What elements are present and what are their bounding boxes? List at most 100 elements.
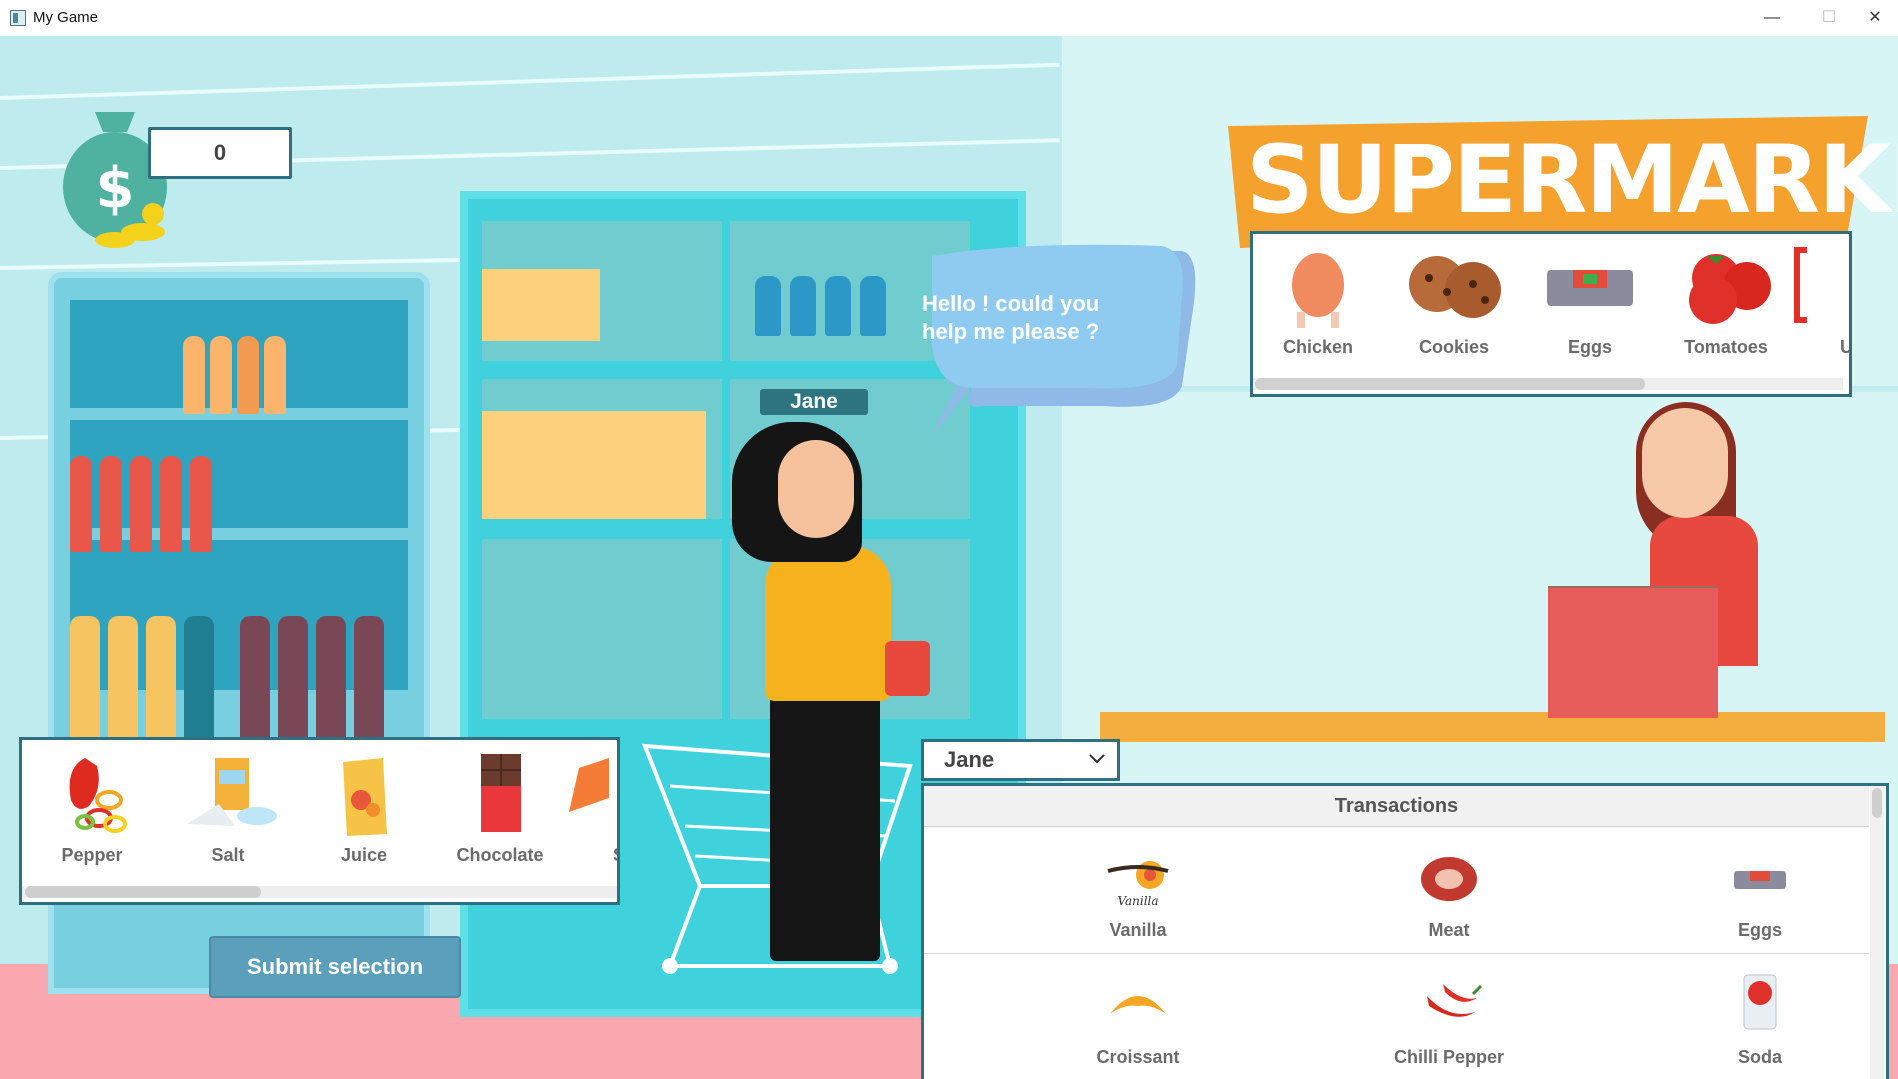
transaction-item[interactable]: Eggs [1660, 849, 1860, 941]
partial-item-icon [1794, 247, 1807, 323]
bottle [790, 276, 816, 336]
product-eggs[interactable]: Eggs [1525, 240, 1655, 358]
chicken-icon [1292, 253, 1344, 328]
jane-body [765, 546, 891, 701]
bottle [316, 616, 346, 756]
svg-text:Vanilla: Vanilla [1117, 894, 1158, 908]
customer-dropdown[interactable]: Jane [921, 739, 1120, 781]
meat-icon [1421, 857, 1477, 901]
product-label: Salt [211, 845, 245, 865]
soda-icon [1743, 974, 1777, 1030]
svg-text:$: $ [96, 156, 135, 221]
bottle [183, 336, 205, 414]
cookies-icon [1409, 256, 1501, 318]
product-label: Juice [340, 845, 388, 865]
product-shelf-bottom: Pepper Salt Juice Chocolate [19, 737, 620, 905]
transaction-label: Soda [1737, 1047, 1782, 1067]
npc-name-tag: Jane [760, 389, 868, 415]
product-label: Chicken [1282, 337, 1354, 357]
bottle [130, 456, 152, 552]
close-button[interactable]: ✕ [1852, 2, 1898, 34]
bottle [860, 276, 886, 336]
transactions-panel: Transactions Vanilla Vanilla Meat Eggs C… [921, 783, 1889, 1079]
product-partial[interactable]: Un [1787, 240, 1849, 358]
bottle [354, 616, 384, 756]
bottle [190, 456, 212, 552]
transactions-title: Transactions [924, 786, 1869, 827]
eggs-icon [1547, 270, 1633, 306]
jane-legs [770, 696, 880, 961]
scrollbar-thumb[interactable] [1255, 378, 1645, 390]
partial-item-icon [569, 758, 609, 812]
bottle [184, 616, 214, 756]
bottle [70, 456, 92, 552]
product-pepper[interactable]: Pepper [27, 748, 157, 866]
minimize-button[interactable]: — [1749, 2, 1795, 34]
transaction-row: Croissant Chilli Pepper Soda [924, 954, 1869, 1079]
bottle [160, 456, 182, 552]
product-label: Tomatoes [1684, 337, 1768, 357]
juice-icon [343, 758, 387, 836]
transaction-row: Vanilla Vanilla Meat Eggs [924, 827, 1869, 954]
cashier-face [1642, 408, 1728, 518]
scrollbar-thumb[interactable] [1872, 788, 1882, 818]
scrollbar-thumb[interactable] [25, 886, 261, 898]
money-counter: 0 [148, 127, 292, 179]
game-scene: Jane Hello ! could you help me please ? … [0, 36, 1898, 1079]
bottle [210, 336, 232, 414]
logo-text: SUPERMARKET [1246, 126, 1898, 235]
checkout-counter [1100, 712, 1885, 742]
chocolate-icon [481, 754, 521, 832]
crate [482, 269, 600, 341]
bottle [264, 336, 286, 414]
bottle [146, 616, 176, 756]
eggs-icon [1734, 871, 1786, 889]
croissant-icon [1110, 996, 1166, 1014]
product-label: Pepper [61, 845, 123, 865]
jane-face [778, 440, 854, 538]
product-partial[interactable]: Sa [559, 748, 617, 866]
product-juice[interactable]: Juice [299, 748, 429, 866]
chilli-pepper-icon [1427, 984, 1483, 1017]
horizontal-scrollbar[interactable] [22, 886, 617, 898]
tomatoes-icon [1689, 254, 1771, 324]
transaction-item[interactable]: Vanilla Vanilla [1038, 849, 1238, 941]
bottle [825, 276, 851, 336]
title-bar: My Game — ☐ ✕ [0, 0, 1898, 37]
product-shelf-top: Chicken Cookies Eggs Tomatoes U [1250, 231, 1852, 397]
bottle [100, 456, 122, 552]
product-cookies[interactable]: Cookies [1389, 240, 1519, 358]
crate [482, 411, 706, 519]
fridge-shelf [482, 539, 722, 719]
bottle [755, 276, 781, 336]
transaction-item[interactable]: Croissant [1038, 976, 1238, 1068]
bottle [237, 336, 259, 414]
product-chocolate[interactable]: Chocolate [435, 748, 565, 866]
submit-selection-button[interactable]: Submit selection [209, 936, 461, 998]
product-chicken[interactable]: Chicken [1253, 240, 1383, 358]
register-desk [1548, 588, 1718, 718]
vanilla-icon: Vanilla [1107, 861, 1169, 908]
dropdown-value: Jane [944, 747, 995, 772]
product-label: Chocolate [456, 845, 544, 865]
bottle [108, 616, 138, 756]
product-salt[interactable]: Salt [163, 748, 293, 866]
vertical-scrollbar[interactable] [1870, 786, 1884, 1079]
product-label: Cookies [1418, 337, 1490, 357]
pepper-icon [69, 758, 127, 833]
product-label: Sa [559, 845, 617, 866]
transaction-item[interactable]: Chilli Pepper [1349, 976, 1549, 1068]
salt-icon [187, 758, 277, 826]
maximize-button[interactable]: ☐ [1806, 2, 1852, 34]
bottle [240, 616, 270, 756]
transaction-label: Croissant [1096, 1047, 1180, 1067]
transaction-item[interactable]: Soda [1660, 966, 1860, 1068]
transaction-label: Vanilla [1109, 920, 1167, 940]
product-tomatoes[interactable]: Tomatoes [1661, 240, 1791, 358]
transaction-item[interactable]: Meat [1349, 849, 1549, 941]
handbag [885, 641, 930, 696]
transaction-label: Meat [1428, 920, 1470, 940]
speech-text: Hello ! could you help me please ? [922, 291, 1100, 344]
transaction-label: Eggs [1737, 920, 1782, 940]
horizontal-scrollbar[interactable] [1253, 378, 1843, 390]
